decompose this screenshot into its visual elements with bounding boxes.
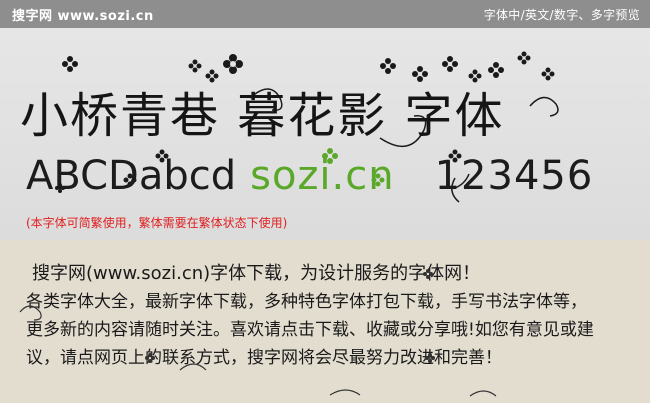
font-preview-panel: 小桥青巷 暮花影 字体 ABCDabcd sozi.cn 123456 (本字体可简… [0, 28, 650, 240]
description-line: 更多新的内容请随时关注。喜欢请点击下载、收藏或分享哦!如您有意见或建 [26, 320, 594, 340]
usage-notice: (本字体可简繁使用，繁体需要在繁体状态下使用) [26, 216, 288, 230]
font-title-preview: 小桥青巷 暮花影 字体 [20, 88, 505, 144]
description-line: 议，请点网页上的联系方式，搜字网将会尽最努力改进和完善！ [26, 348, 502, 368]
sample-latin: ABCDabcd [26, 153, 237, 199]
flower-icon [223, 54, 243, 74]
sample-url: sozi.cn [250, 153, 395, 199]
flower-icon [188, 59, 202, 73]
swirl-icon [469, 390, 497, 397]
site-name[interactable]: 搜字网 www.sozi.cn [12, 5, 154, 24]
sample-digits: 123456 [434, 153, 594, 199]
flower-icon [62, 56, 78, 72]
top-bar: 搜字网 www.sozi.cn 字体中/英文/数字、多字预览 [0, 0, 650, 28]
description-line: 搜字网(www.sozi.cn)字体下载，为设计服务的字体网！ [32, 263, 481, 284]
flower-icon [541, 67, 555, 81]
flower-icon [380, 58, 396, 74]
flower-icon [517, 51, 531, 65]
preview-mode-links[interactable]: 字体中/英文/数字、多字预览 [484, 6, 640, 23]
description-line: 各类字体大全，最新字体下载，多种特色字体打包下载，手写书法字体等， [26, 292, 587, 312]
description-panel: 搜字网(www.sozi.cn)字体下载，为设计服务的字体网！ 各类字体大全，最… [0, 240, 650, 403]
swirl-icon [529, 96, 559, 117]
flower-icon [442, 56, 458, 72]
swirl-icon [329, 389, 361, 396]
sample-text-line: ABCDabcd sozi.cn 123456 [26, 153, 593, 199]
